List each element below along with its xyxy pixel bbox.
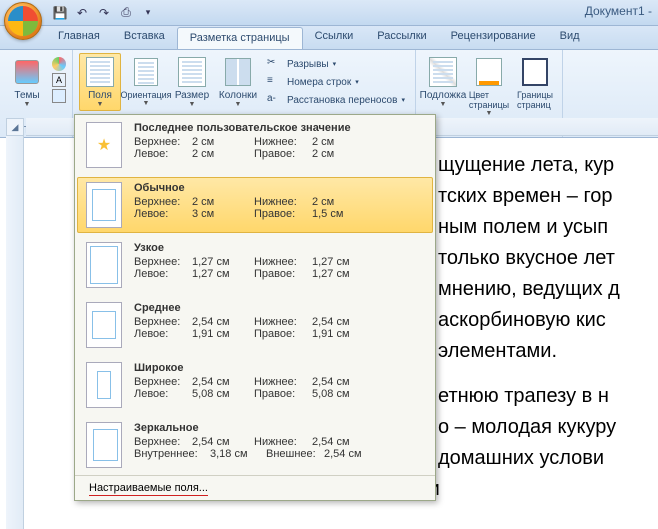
quick-access-toolbar: 💾 ↶ ↷ ⎙ ▾ [50, 3, 158, 23]
margins-option-narrow[interactable]: Узкое Верхнее:1,27 смНижнее:1,27 см Лево… [75, 235, 435, 295]
doc-line: етнюю трапезу в н [438, 381, 658, 412]
theme-colors-icon[interactable] [52, 57, 66, 71]
doc-line: домашних услови [438, 443, 658, 474]
redo-icon[interactable]: ↷ [94, 3, 114, 23]
breaks-button[interactable]: ✂Разрывы ▾ [263, 55, 409, 73]
doc-line: мнению, ведущих д [438, 274, 658, 305]
option-title: Зеркальное [134, 422, 424, 434]
columns-icon [222, 56, 254, 88]
margins-option-medium[interactable]: Среднее Верхнее:2,54 смНижнее:2,54 см Ле… [75, 295, 435, 355]
tab-view[interactable]: Вид [548, 26, 592, 49]
margins-thumb-icon [86, 422, 122, 468]
watermark-button[interactable]: Подложка ▼ [422, 53, 464, 111]
ruler-corner[interactable]: ◢ [6, 118, 24, 136]
chevron-down-icon: ▼ [439, 101, 446, 108]
themes-button[interactable]: Темы ▼ [6, 53, 48, 111]
chevron-down-icon: ▼ [143, 100, 150, 107]
ruler-vertical[interactable] [6, 136, 24, 529]
margins-option-mirrored[interactable]: Зеркальное Верхнее:2,54 смНижнее:2,54 см… [75, 415, 435, 475]
tab-insert[interactable]: Вставка [112, 26, 177, 49]
doc-line: о – молодая кукуру [438, 412, 658, 443]
theme-fonts-icon[interactable]: A [52, 73, 66, 87]
margins-option-last-custom[interactable]: Последнее пользовательское значение Верх… [75, 115, 435, 175]
margins-custom-button[interactable]: Настраиваемые поля... [75, 475, 435, 500]
ribbon-tabs: Главная Вставка Разметка страницы Ссылки… [0, 26, 658, 50]
tab-review[interactable]: Рецензирование [439, 26, 548, 49]
print-icon[interactable]: ⎙ [116, 3, 136, 23]
size-icon [176, 56, 208, 88]
tab-home[interactable]: Главная [46, 26, 112, 49]
page-color-icon [473, 56, 505, 88]
margins-thumb-icon [86, 182, 122, 228]
option-title: Широкое [134, 362, 424, 374]
doc-line: ным полем и усып [438, 212, 658, 243]
line-numbers-icon: ≡ [267, 75, 283, 89]
page-color-label: Цвет страницы [469, 90, 509, 110]
themes-icon [11, 56, 43, 88]
columns-button[interactable]: Колонки ▼ [217, 53, 259, 111]
hyphenation-button[interactable]: a-Расстановка переносов ▾ [263, 91, 409, 109]
page-borders-icon [519, 56, 551, 88]
breaks-icon: ✂ [267, 57, 283, 71]
titlebar: 💾 ↶ ↷ ⎙ ▾ Документ1 - [0, 0, 658, 26]
page-borders-button[interactable]: Границы страниц [514, 53, 556, 113]
save-icon[interactable]: 💾 [50, 3, 70, 23]
option-title: Среднее [134, 302, 424, 314]
qat-customize-icon[interactable]: ▾ [138, 3, 158, 23]
margins-thumb-icon [86, 122, 122, 168]
hyphenation-icon: a- [267, 93, 283, 107]
doc-line: только вкусное лет [438, 243, 658, 274]
size-button[interactable]: Размер ▼ [171, 53, 213, 111]
orientation-icon [130, 56, 162, 88]
hyphenation-label: Расстановка переносов [287, 95, 397, 106]
margins-button[interactable]: Поля ▼ [79, 53, 121, 111]
office-button[interactable] [4, 2, 42, 40]
margins-dropdown: Последнее пользовательское значение Верх… [74, 114, 436, 501]
tab-mailings[interactable]: Рассылки [365, 26, 438, 49]
orientation-label: Ориентация [120, 90, 171, 100]
margins-thumb-icon [86, 242, 122, 288]
chevron-down-icon: ▼ [24, 101, 31, 108]
margins-custom-label: Настраиваемые поля... [89, 482, 208, 496]
tab-page-layout[interactable]: Разметка страницы [177, 27, 303, 49]
tab-references[interactable]: Ссылки [303, 26, 366, 49]
chevron-down-icon: ▼ [485, 110, 492, 117]
doc-gap [438, 367, 658, 381]
margins-option-normal[interactable]: Обычное Верхнее:2 смНижнее:2 см Левое:3 … [77, 177, 433, 233]
themes-label: Темы [14, 90, 39, 101]
orientation-button[interactable]: Ориентация ▼ [125, 53, 167, 110]
size-label: Размер [175, 90, 209, 101]
option-title: Узкое [134, 242, 424, 254]
chevron-down-icon: ▼ [189, 101, 196, 108]
doc-line: элементами. [438, 336, 658, 367]
columns-label: Колонки [219, 90, 257, 101]
margins-thumb-icon [86, 362, 122, 408]
document-content[interactable]: щущение лета, кур тских времен – гор ным… [438, 150, 658, 505]
option-title: Обычное [134, 182, 424, 194]
page-borders-label: Границы страниц [517, 90, 553, 110]
doc-line: аскорбиновую кис [438, 305, 658, 336]
chevron-down-icon: ▼ [235, 101, 242, 108]
watermark-label: Подложка [420, 90, 467, 101]
option-title: Последнее пользовательское значение [134, 122, 424, 134]
page-color-button[interactable]: Цвет страницы ▼ [468, 53, 510, 120]
line-numbers-label: Номера строк [287, 77, 351, 88]
breaks-label: Разрывы [287, 59, 329, 70]
doc-line: тских времен – гор [438, 181, 658, 212]
margins-thumb-icon [86, 302, 122, 348]
doc-line: щущение лета, кур [438, 150, 658, 181]
watermark-icon [427, 56, 459, 88]
margins-label: Поля [88, 90, 112, 101]
window-title: Документ1 - [585, 4, 652, 18]
margins-option-wide[interactable]: Широкое Верхнее:2,54 смНижнее:2,54 см Ле… [75, 355, 435, 415]
chevron-down-icon: ▼ [97, 101, 104, 108]
theme-effects-icon[interactable] [52, 89, 66, 103]
undo-icon[interactable]: ↶ [72, 3, 92, 23]
line-numbers-button[interactable]: ≡Номера строк ▾ [263, 73, 409, 91]
margins-icon [84, 56, 116, 88]
